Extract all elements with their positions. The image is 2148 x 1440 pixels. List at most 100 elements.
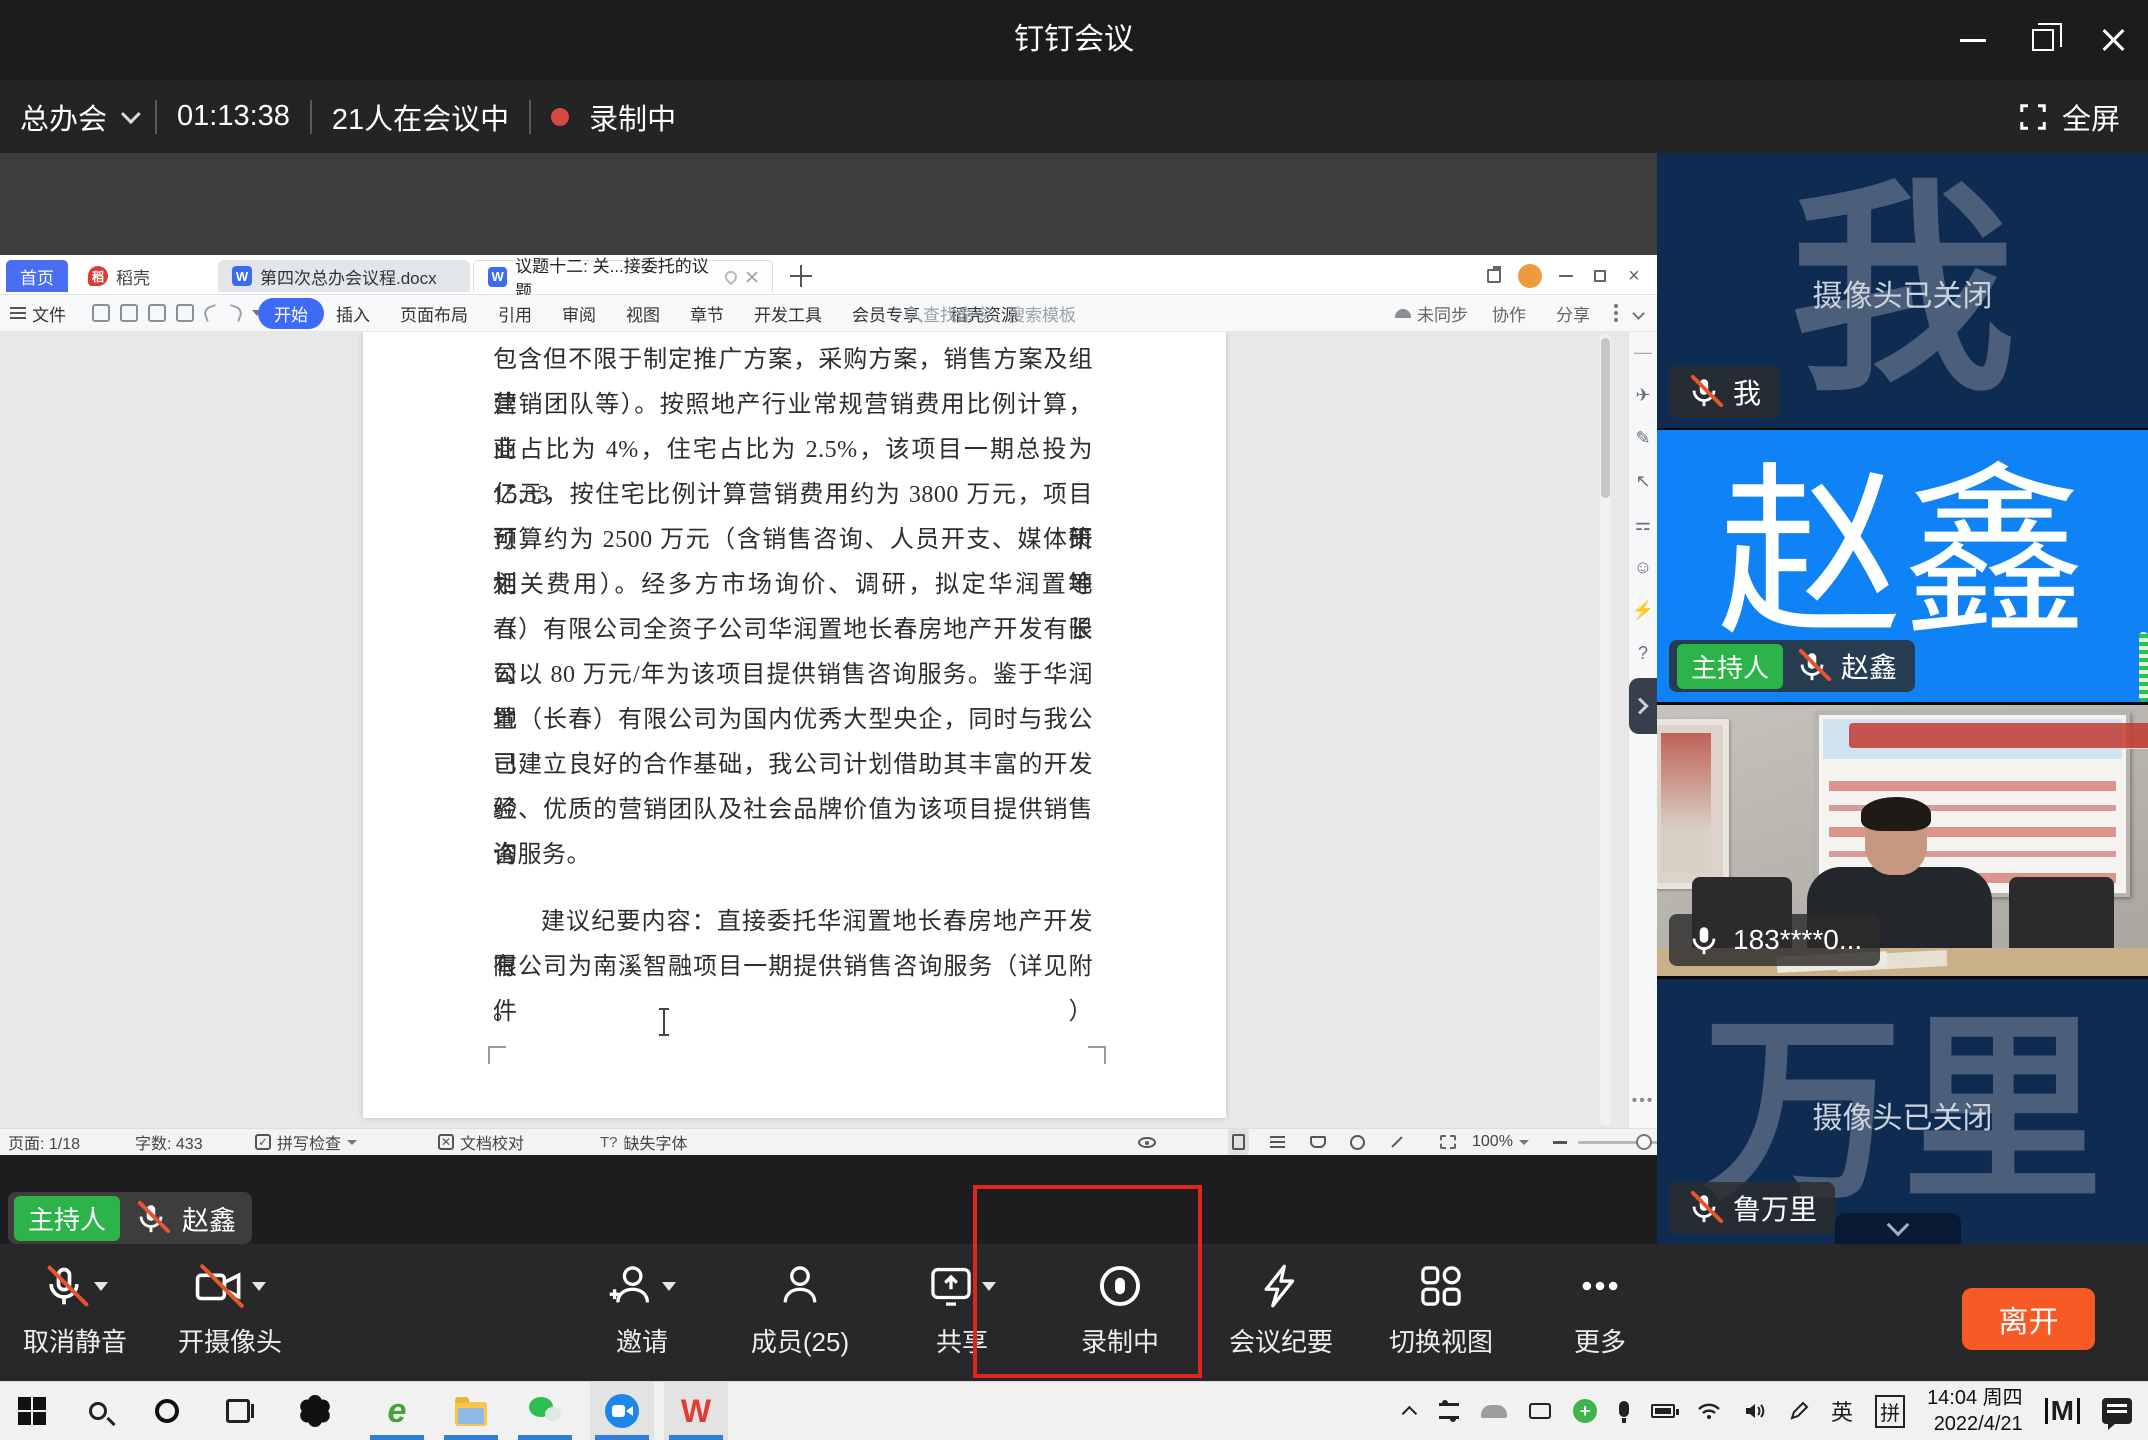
share-screen-button[interactable]: 共享 [887, 1260, 1037, 1370]
tray-pen-icon[interactable] [1789, 1401, 1809, 1421]
task-view-button[interactable] [206, 1382, 270, 1440]
camera-on-button[interactable]: 开摄像头 [155, 1260, 305, 1370]
wps-restore-button[interactable] [1585, 263, 1615, 289]
view-web-button[interactable] [1350, 1129, 1365, 1155]
collaborate-button[interactable]: 协作 [1492, 295, 1526, 331]
zoom-level[interactable]: 100% [1472, 1129, 1529, 1155]
collapse-ribbon-button[interactable] [1634, 295, 1643, 331]
tray-battery-icon[interactable] [1651, 1404, 1675, 1418]
command-search[interactable]: 查找命令、搜索模板 [905, 295, 1076, 331]
scroll-more-participants-button[interactable] [1835, 1213, 1961, 1244]
undo-icon[interactable] [202, 304, 220, 322]
browser-button[interactable]: e [365, 1382, 429, 1440]
ime-indicator[interactable]: 拼 [1875, 1395, 1905, 1428]
dingtalk-button[interactable] [590, 1382, 654, 1440]
meeting-minutes-button[interactable]: 会议纪要 [1206, 1260, 1356, 1370]
ribbon-menu-item[interactable]: 页面布局 [400, 301, 468, 326]
ribbon-menu-item[interactable]: 插入 [336, 301, 370, 326]
view-page-button[interactable] [1228, 1129, 1249, 1155]
view-outline-button[interactable] [1270, 1129, 1285, 1155]
tray-antivirus-icon[interactable]: + [1573, 1399, 1597, 1423]
wps-close-button[interactable]: × [1619, 263, 1649, 289]
slider-knob[interactable] [1636, 1134, 1652, 1150]
chevron-down-icon[interactable] [252, 1282, 266, 1291]
leave-meeting-button[interactable]: 离开 [1962, 1288, 2095, 1350]
account-avatar[interactable] [1515, 263, 1545, 289]
spell-check-toggle[interactable]: ✓ 拼写检查 [255, 1129, 357, 1155]
switch-view-button[interactable]: 切换视图 [1366, 1260, 1516, 1370]
ribbon-menu-item[interactable]: 引用 [498, 301, 532, 326]
collapse-handle[interactable]: — [1634, 342, 1652, 363]
more-button[interactable]: 更多 [1525, 1260, 1675, 1370]
language-indicator[interactable]: 英 [1831, 1395, 1853, 1427]
chevron-down-icon[interactable] [982, 1282, 996, 1291]
restore-button[interactable] [2008, 0, 2078, 80]
meeting-name-dropdown[interactable]: 总办会 [20, 96, 135, 138]
layout-grid-button[interactable] [1479, 263, 1509, 289]
participant-tile-host[interactable]: 赵鑫 主持人 赵鑫 [1657, 430, 2148, 702]
ink-button[interactable] [1390, 1129, 1404, 1155]
shortcut-lightning-icon[interactable]: ⚡ [1632, 600, 1654, 621]
start-button[interactable] [0, 1382, 64, 1440]
tray-camera-icon[interactable] [1529, 1403, 1551, 1419]
panel-scrollbar[interactable] [2139, 632, 2148, 702]
participant-tile-video[interactable]: 183****0... [1657, 705, 2148, 976]
tab-document-topic12[interactable]: W 议题十二: 关...接委托的议题 [473, 260, 773, 292]
tray-expand-button[interactable] [1406, 1406, 1417, 1417]
tray-mic-icon[interactable] [1619, 1401, 1629, 1421]
zoom-out-button[interactable] [1553, 1129, 1567, 1155]
cursor-icon[interactable]: ↖ [1635, 471, 1650, 492]
chevron-down-icon[interactable] [94, 1282, 108, 1291]
redo-icon[interactable] [226, 304, 244, 322]
sticker-icon[interactable]: ☺ [1634, 557, 1652, 578]
vertical-scrollbar[interactable] [1600, 334, 1611, 1126]
wechat-button[interactable] [513, 1382, 577, 1440]
ribbon-menu-item[interactable]: 视图 [626, 301, 660, 326]
tray-sliders-icon[interactable] [1439, 1403, 1459, 1419]
tray-wifi-icon[interactable] [1697, 1401, 1721, 1421]
close-button[interactable] [2078, 0, 2148, 80]
tray-volume-icon[interactable] [1743, 1401, 1767, 1421]
document-canvas[interactable]: 包含但不限于制定推广方案，采购方案，销售方案及组建营销团队等）。按照地产行业常规… [0, 332, 1657, 1128]
participant-tile-lu[interactable]: 万里 摄像头已关闭 鲁万里 [1657, 979, 2148, 1244]
sync-status[interactable]: 未同步 [1395, 295, 1468, 331]
tab-document-agenda[interactable]: W 第四次总办会议程.docx [218, 260, 470, 292]
read-mode-button[interactable] [1138, 1129, 1156, 1155]
unmute-button[interactable]: 取消静音 [0, 1260, 150, 1370]
ribbon-menu-item[interactable]: 开发工具 [754, 301, 822, 326]
scrollbar-thumb[interactable] [1601, 338, 1610, 498]
file-explorer-button[interactable] [439, 1382, 503, 1440]
settings-sliders-icon[interactable]: ⚎ [1635, 514, 1651, 535]
missing-font-warning[interactable]: T? 缺失字体 [600, 1129, 688, 1155]
tab-home[interactable]: 首页 [6, 260, 68, 292]
cortana-button[interactable] [135, 1382, 199, 1440]
rocket-icon[interactable]: ✈ [1635, 385, 1650, 406]
tab-close-icon[interactable] [745, 270, 758, 284]
more-menu-button[interactable] [1614, 295, 1618, 331]
quick-access-toolbar[interactable] [92, 295, 262, 331]
edit-pen-icon[interactable]: ✎ [1635, 428, 1650, 449]
view-book-button[interactable] [1310, 1129, 1326, 1155]
new-tab-button[interactable] [790, 265, 812, 287]
pinned-app-button[interactable] [283, 1382, 347, 1440]
tray-cloud-icon[interactable] [1481, 1405, 1507, 1418]
feedback-icon[interactable] [2102, 1398, 2132, 1424]
document-page[interactable]: 包含但不限于制定推广方案，采购方案，销售方案及组建营销团队等）。按照地产行业常规… [363, 332, 1226, 1118]
tray-m-app-icon[interactable]: M [2045, 1398, 2080, 1424]
wps-button[interactable]: W [664, 1382, 728, 1440]
members-button[interactable]: 成员(25) [725, 1260, 875, 1370]
participant-tile-self[interactable]: 我 摄像头已关闭 我 [1657, 153, 2148, 428]
proofread-button[interactable]: ✕ 文档校对 [438, 1129, 524, 1155]
ribbon-tab-start[interactable]: 开始 [258, 295, 324, 331]
fullscreen-button[interactable]: 全屏 [2018, 80, 2120, 153]
help-icon[interactable]: ? [1638, 643, 1648, 664]
search-button[interactable] [66, 1382, 130, 1440]
ribbon-menu-item[interactable]: 审阅 [562, 301, 596, 326]
page-nav-dots[interactable]: ••• [1630, 1092, 1656, 1110]
wps-minimize-button[interactable] [1551, 263, 1581, 289]
collapse-participants-button[interactable] [1629, 678, 1657, 734]
fit-page-button[interactable] [1440, 1129, 1456, 1155]
taskbar-clock[interactable]: 14:04 周四 2022/4/21 [1927, 1385, 2023, 1437]
tab-docer[interactable]: 稻 稻壳 [74, 260, 164, 292]
minimize-button[interactable] [1938, 0, 2008, 80]
